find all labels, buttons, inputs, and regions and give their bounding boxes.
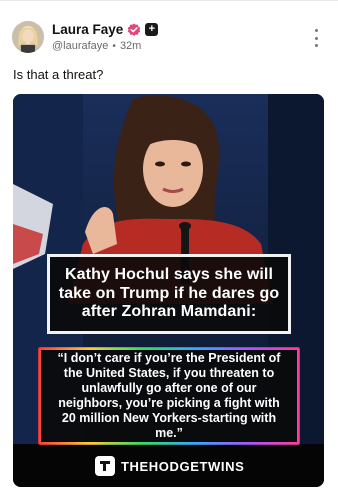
more-options-icon[interactable] [308, 29, 324, 47]
plus-badge-icon: + [145, 23, 159, 36]
more-dot [314, 36, 318, 40]
headline-caption: Kathy Hochul says she will take on Trump… [47, 254, 291, 334]
headline-text: Kathy Hochul says she will take on Trump… [58, 266, 280, 321]
post-text: Is that a threat? [13, 67, 104, 82]
post-timestamp: 32m [119, 40, 142, 52]
avatar[interactable] [12, 21, 44, 53]
thehodgetwins-logo-icon [95, 456, 115, 476]
more-dot [314, 44, 318, 47]
post-header: Laura Faye + @laurafaye • 32m [0, 0, 338, 62]
quote-text: “I don’t care if you’re the President of… [57, 351, 281, 440]
author-handle[interactable]: @laurafaye [52, 40, 108, 52]
post-image[interactable]: Kathy Hochul says she will take on Trump… [13, 94, 324, 487]
quote-caption: “I don’t care if you’re the President of… [38, 347, 300, 445]
author-name-row: Laura Faye + [52, 22, 159, 37]
author-meta: @laurafaye • 32m [52, 40, 141, 52]
author-display-name[interactable]: Laura Faye [52, 22, 123, 37]
brand-watermark: THEHODGETWINS [95, 456, 244, 476]
more-dot [314, 29, 318, 32]
verified-badge-icon [128, 23, 141, 36]
brand-text: THEHODGETWINS [121, 458, 245, 474]
meta-separator: • [112, 40, 116, 52]
